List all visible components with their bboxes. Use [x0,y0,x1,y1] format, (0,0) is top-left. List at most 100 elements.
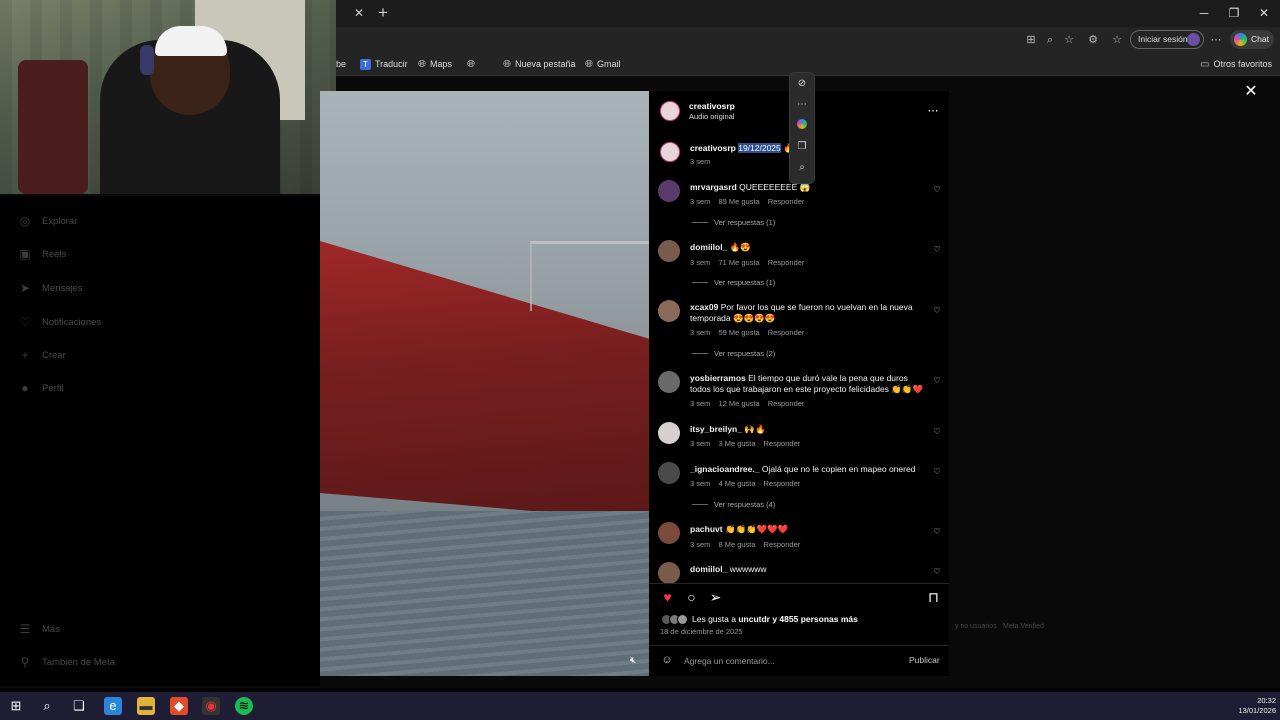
bookmark-maps[interactable]: 🌐︎ Maps [418,57,452,71]
caption-avatar[interactable] [660,142,680,162]
spotify-icon[interactable]: ≋ [235,697,253,715]
share-icon[interactable]: ➢ [707,589,724,606]
reply-link[interactable]: Responder [768,197,805,206]
comment-user[interactable]: domiilol_ [690,242,727,252]
comment-avatar[interactable] [658,300,680,322]
bookmark-icon[interactable]: ⊓ [925,589,942,606]
system-clock[interactable]: 20:32 13/01/2026 [1230,696,1276,716]
sidebar-item-meta[interactable]: ⚲ También de Meta [18,652,115,672]
reply-link[interactable]: Responder [764,540,801,549]
bookmark-item[interactable]: be [336,57,346,71]
sidebar-item-notifications[interactable]: ♡ Notificaciones [18,312,102,332]
comment-avatar[interactable] [658,522,680,544]
emoji-icon[interactable]: ☺ [660,653,674,667]
reply-link[interactable]: Responder [764,479,801,488]
search-icon[interactable]: ⌕ [38,697,56,715]
close-tab-icon[interactable]: ✕ [352,6,366,20]
comment-likes[interactable]: 12 Me gusta [718,399,759,408]
comment-user[interactable]: domiilol_ [690,564,727,574]
comment-user[interactable]: mrvargasrd [690,182,737,192]
post-avatar[interactable] [660,101,680,121]
signin-button[interactable]: Iniciar sesión [1130,30,1204,49]
like-comment-icon[interactable]: ♡ [932,306,942,316]
liked-heart-icon[interactable]: ♥ [659,589,676,606]
caption-user[interactable]: creativosrp [690,143,736,153]
publish-button[interactable]: Publicar [909,655,940,665]
view-replies[interactable]: Ver respuestas (1) [692,218,775,227]
post-audio[interactable]: Audio original [689,112,734,121]
like-comment-icon[interactable]: ♡ [932,185,942,195]
zoom-icon[interactable]: ⌕ [1043,33,1057,47]
favorites-icon[interactable]: ☆ [1110,33,1124,47]
comment-likes[interactable]: 71 Me gusta [718,258,759,267]
comment-avatar[interactable] [658,180,680,202]
brave-icon[interactable]: ◆ [170,697,188,715]
bookmark-gmail[interactable]: 🌐︎ Gmail [585,57,621,71]
copilot-icon[interactable] [795,119,809,133]
comment-avatar[interactable] [658,422,680,444]
extensions-icon[interactable]: ⚙ [1086,33,1100,47]
footer-link[interactable]: y no usuarios [955,623,997,630]
apps-icon[interactable]: ⊞ [1024,33,1038,47]
like-comment-icon[interactable]: ♡ [932,376,942,386]
copy-icon[interactable]: ❐ [795,140,809,154]
minimize-icon[interactable]: ─ [1194,4,1214,22]
comment-likes[interactable]: 8 Me gusta [718,540,755,549]
new-tab-button[interactable]: + [374,3,392,23]
comment-user[interactable]: xcax09 [690,302,718,312]
comment-likes[interactable]: 59 Me gusta [718,328,759,337]
bookmark-globe[interactable]: 🌐︎ [467,57,475,71]
more-options-icon[interactable]: ⋯ [1209,33,1223,47]
like-comment-icon[interactable]: ♡ [932,467,942,477]
task-view-icon[interactable]: ❏ [70,697,88,715]
likes-summary[interactable]: Les gusta a uncutdr y 4855 personas más [692,614,858,624]
sidebar-item-messages[interactable]: ➤ Mensajes [18,278,83,298]
footer-link[interactable]: Meta Verified [1003,623,1044,630]
reply-link[interactable]: Responder [768,258,805,267]
like-comment-icon[interactable]: ♡ [932,427,942,437]
start-icon[interactable]: ⊞ [7,697,25,715]
reply-link[interactable]: Responder [764,439,801,448]
favorite-star-icon[interactable]: ☆ [1062,33,1076,47]
comment-likes[interactable]: 89 Me gusta [718,197,759,206]
sidebar-item-more[interactable]: ☰ Más [18,619,60,639]
close-window-icon[interactable]: ✕ [1254,4,1274,22]
comment-likes[interactable]: 3 Me gusta [718,439,755,448]
mute-icon[interactable]: 🔇︎ [626,654,640,668]
view-replies[interactable]: Ver respuestas (4) [692,500,775,509]
like-comment-icon[interactable]: ♡ [932,245,942,255]
other-favorites[interactable]: ▭ Otros favoritos [1200,57,1272,71]
likes-rest[interactable]: y 4855 personas más [772,614,858,624]
comment-avatar[interactable] [658,562,680,584]
obs-icon[interactable]: ◉ [202,697,220,715]
comment-avatar[interactable] [658,240,680,262]
copilot-chat-button[interactable]: Chat [1230,30,1274,49]
view-replies[interactable]: Ver respuestas (2) [692,349,775,358]
likes-user[interactable]: uncutdr [738,614,770,624]
comment-input[interactable] [684,653,894,668]
comment-icon[interactable]: ○ [683,589,700,606]
hide-icon[interactable]: ⊘ [795,77,809,91]
sidebar-item-explore[interactable]: ◎ Explorar [18,211,78,231]
comment-likes[interactable]: 4 Me gusta [718,479,755,488]
reply-link[interactable]: Responder [768,399,805,408]
edge-icon[interactable]: e [104,697,122,715]
sidebar-item-profile[interactable]: ● Perfil [18,378,63,398]
view-replies[interactable]: Ver respuestas (1) [692,278,775,287]
more-options-icon[interactable]: ⋯ [926,104,940,118]
reply-link[interactable]: Responder [768,328,805,337]
sidebar-item-create[interactable]: + Crear [18,345,65,365]
comment-avatar[interactable] [658,371,680,393]
comment-user[interactable]: pachuvt [690,524,723,534]
restore-icon[interactable]: ❐ [1224,4,1244,22]
search-icon[interactable]: ⌕ [795,161,809,175]
reel-video[interactable] [320,91,649,676]
bookmark-new-tab[interactable]: 🌐︎ Nueva pestaña [503,57,576,71]
like-comment-icon[interactable]: ♡ [932,567,942,577]
more-icon[interactable]: ⋯ [795,98,809,112]
sidebar-item-reels[interactable]: ▣ Reels [18,244,66,264]
comment-user[interactable]: itsy_breilyn_ [690,424,742,434]
like-comment-icon[interactable]: ♡ [932,527,942,537]
file-explorer-icon[interactable]: ▬ [137,697,155,715]
bookmark-translate[interactable]: T Traducir [360,57,408,71]
